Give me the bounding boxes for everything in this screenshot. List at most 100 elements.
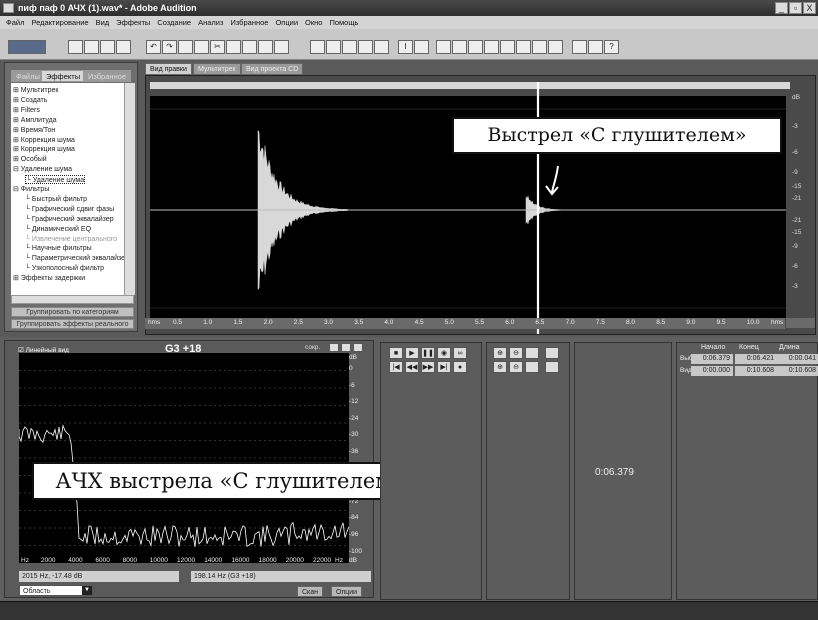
tree-item[interactable]: └ Графический эквалайзер bbox=[25, 215, 114, 224]
time-selection-icon[interactable]: I bbox=[398, 40, 413, 54]
menu-view[interactable]: Вид bbox=[96, 18, 110, 27]
cut-icon[interactable]: ✂ bbox=[210, 40, 225, 54]
waveform-view[interactable]: dB -3 -6 -9 -15 -21 -21 -15 -9 -6 -3 bbox=[145, 75, 816, 335]
tree-item[interactable]: └ Графический сдвиг фазы bbox=[25, 205, 114, 214]
spectral-icon[interactable] bbox=[258, 40, 273, 54]
tree-item[interactable]: ⊟ Фильтры bbox=[13, 185, 49, 194]
spectrum-icon[interactable] bbox=[342, 40, 357, 54]
view-start-field[interactable]: 0:00.000 bbox=[691, 366, 733, 376]
tree-item[interactable]: ⊞ Коррекция шума bbox=[13, 136, 75, 145]
sel-start-field[interactable]: 0:06.379 bbox=[691, 354, 733, 364]
panel-btn-2-icon[interactable] bbox=[341, 343, 351, 352]
win-icon-8[interactable] bbox=[548, 40, 563, 54]
zoom-right-icon[interactable] bbox=[545, 361, 559, 373]
tree-item[interactable]: ⊞ Особый bbox=[13, 155, 47, 164]
menu-help[interactable]: Помощь bbox=[329, 18, 358, 27]
group-by-category-button[interactable]: Группировать по категориям bbox=[11, 307, 134, 317]
paste-icon[interactable] bbox=[194, 40, 209, 54]
chevron-down-icon[interactable]: ▼ bbox=[82, 586, 92, 595]
app-icon[interactable] bbox=[3, 3, 14, 13]
redo-icon[interactable]: ↷ bbox=[162, 40, 177, 54]
maximize-button[interactable]: ▫ bbox=[789, 2, 802, 14]
tab-multitrack[interactable]: Мультитрек bbox=[193, 63, 241, 75]
pan-icon[interactable] bbox=[374, 40, 389, 54]
time-ruler[interactable]: hms 0.5 1.0 1.5 2.0 2.5 3.0 3.5 4.0 4.5 5.0 5.5 6.0… bbox=[145, 318, 785, 329]
undo-icon[interactable]: ↶ bbox=[146, 40, 161, 54]
tree-item[interactable]: ⊞ Создать bbox=[13, 96, 47, 105]
tree-item[interactable]: └ Научные фильтры bbox=[25, 244, 92, 253]
frequency-plot[interactable] bbox=[18, 353, 350, 563]
view-mode-button[interactable] bbox=[8, 40, 46, 54]
win-icon-4[interactable] bbox=[484, 40, 499, 54]
new-icon[interactable] bbox=[68, 40, 83, 54]
sel-end-field[interactable]: 0:06.421 bbox=[735, 354, 777, 364]
zoom-full-icon[interactable] bbox=[525, 347, 539, 359]
forward-icon[interactable]: ▶▶ bbox=[421, 361, 435, 373]
tree-item[interactable]: ⊞ Коррекция шума bbox=[13, 145, 75, 154]
tab-cd-project[interactable]: Вид проекта CD bbox=[241, 63, 304, 75]
sel-length-field[interactable]: 0:00.041 bbox=[777, 354, 818, 364]
view-end-field[interactable]: 0:10.608 bbox=[735, 366, 777, 376]
win-icon-7[interactable] bbox=[532, 40, 547, 54]
settings-icon[interactable] bbox=[572, 40, 587, 54]
menu-edit[interactable]: Редактирование bbox=[31, 18, 88, 27]
tree-item[interactable]: └ Узкополосный фильтр bbox=[25, 264, 104, 273]
help-icon[interactable]: ? bbox=[604, 40, 619, 54]
save-all-icon[interactable] bbox=[116, 40, 131, 54]
waveform-icon[interactable] bbox=[310, 40, 325, 54]
script-icon[interactable] bbox=[588, 40, 603, 54]
menu-file[interactable]: Файл bbox=[6, 18, 24, 27]
zoom-left-icon[interactable] bbox=[525, 361, 539, 373]
tab-files[interactable]: Файлы bbox=[11, 70, 45, 82]
waveform-svg[interactable]: dB -3 -6 -9 -15 -21 -21 -15 -9 -6 -3 bbox=[146, 76, 815, 334]
tab-effects[interactable]: Эффекты bbox=[41, 70, 86, 82]
frequency-icon[interactable] bbox=[326, 40, 341, 54]
tree-item[interactable]: └ Быстрый фильтр bbox=[25, 195, 87, 204]
win-icon-2[interactable] bbox=[452, 40, 467, 54]
area-select[interactable]: Область ▼ bbox=[19, 585, 93, 596]
tree-hscrollbar[interactable] bbox=[11, 295, 134, 304]
zoom-selection-icon[interactable] bbox=[545, 347, 559, 359]
overview-bar[interactable] bbox=[150, 82, 790, 89]
stop-icon[interactable]: ■ bbox=[389, 347, 403, 359]
view-length-field[interactable]: 0:10.608 bbox=[777, 366, 818, 376]
record-icon[interactable]: ● bbox=[453, 361, 467, 373]
save-icon[interactable] bbox=[100, 40, 115, 54]
menu-favorites[interactable]: Избранное bbox=[230, 18, 268, 27]
open-icon[interactable] bbox=[84, 40, 99, 54]
tree-item[interactable]: └ Удаление шума bbox=[25, 175, 86, 185]
marker-icon[interactable] bbox=[274, 40, 289, 54]
tree-item[interactable]: ⊞ Эффекты задержки bbox=[13, 274, 85, 283]
loop-icon[interactable]: ∞ bbox=[453, 347, 467, 359]
rewind-icon[interactable]: ◀◀ bbox=[405, 361, 419, 373]
tab-edit-view[interactable]: Вид правки bbox=[145, 63, 192, 75]
pause-icon[interactable]: ❚❚ bbox=[421, 347, 435, 359]
marquee-icon[interactable] bbox=[414, 40, 429, 54]
tab-favorites[interactable]: Избранное bbox=[83, 70, 132, 82]
go-end-icon[interactable]: ▶| bbox=[437, 361, 451, 373]
tree-item[interactable]: ⊞ Мультитрек bbox=[13, 86, 58, 95]
trim-icon[interactable] bbox=[226, 40, 241, 54]
tree-scrollbar[interactable] bbox=[124, 83, 135, 295]
zoom-out-icon[interactable]: ⊖ bbox=[509, 347, 523, 359]
panel-btn-1-icon[interactable] bbox=[329, 343, 339, 352]
menu-window[interactable]: Окно bbox=[305, 18, 322, 27]
tree-item[interactable]: └ Параметрический эквалайзер bbox=[25, 254, 129, 263]
tree-item[interactable]: ⊞ Время/Тон bbox=[13, 126, 55, 135]
tree-item[interactable]: ⊞ Амплитуда bbox=[13, 116, 57, 125]
tree-item[interactable]: └ Извлечение центрального bbox=[25, 235, 117, 244]
tree-item[interactable]: └ Динамический EQ bbox=[25, 225, 91, 234]
win-icon-5[interactable] bbox=[500, 40, 515, 54]
scan-button[interactable]: Скан bbox=[297, 586, 324, 597]
zoom-in-v-icon[interactable]: ⊕ bbox=[493, 361, 507, 373]
go-start-icon[interactable]: |◀ bbox=[389, 361, 403, 373]
close-button[interactable]: X bbox=[803, 2, 816, 14]
win-icon-3[interactable] bbox=[468, 40, 483, 54]
minimize-button[interactable]: _ bbox=[775, 2, 788, 14]
menu-effects[interactable]: Эффекты bbox=[116, 18, 150, 27]
play-icon[interactable]: ▶ bbox=[405, 347, 419, 359]
zoom-in-icon[interactable]: ⊕ bbox=[493, 347, 507, 359]
win-icon-1[interactable] bbox=[436, 40, 451, 54]
phase-icon[interactable] bbox=[358, 40, 373, 54]
menu-analyze[interactable]: Анализ bbox=[198, 18, 223, 27]
